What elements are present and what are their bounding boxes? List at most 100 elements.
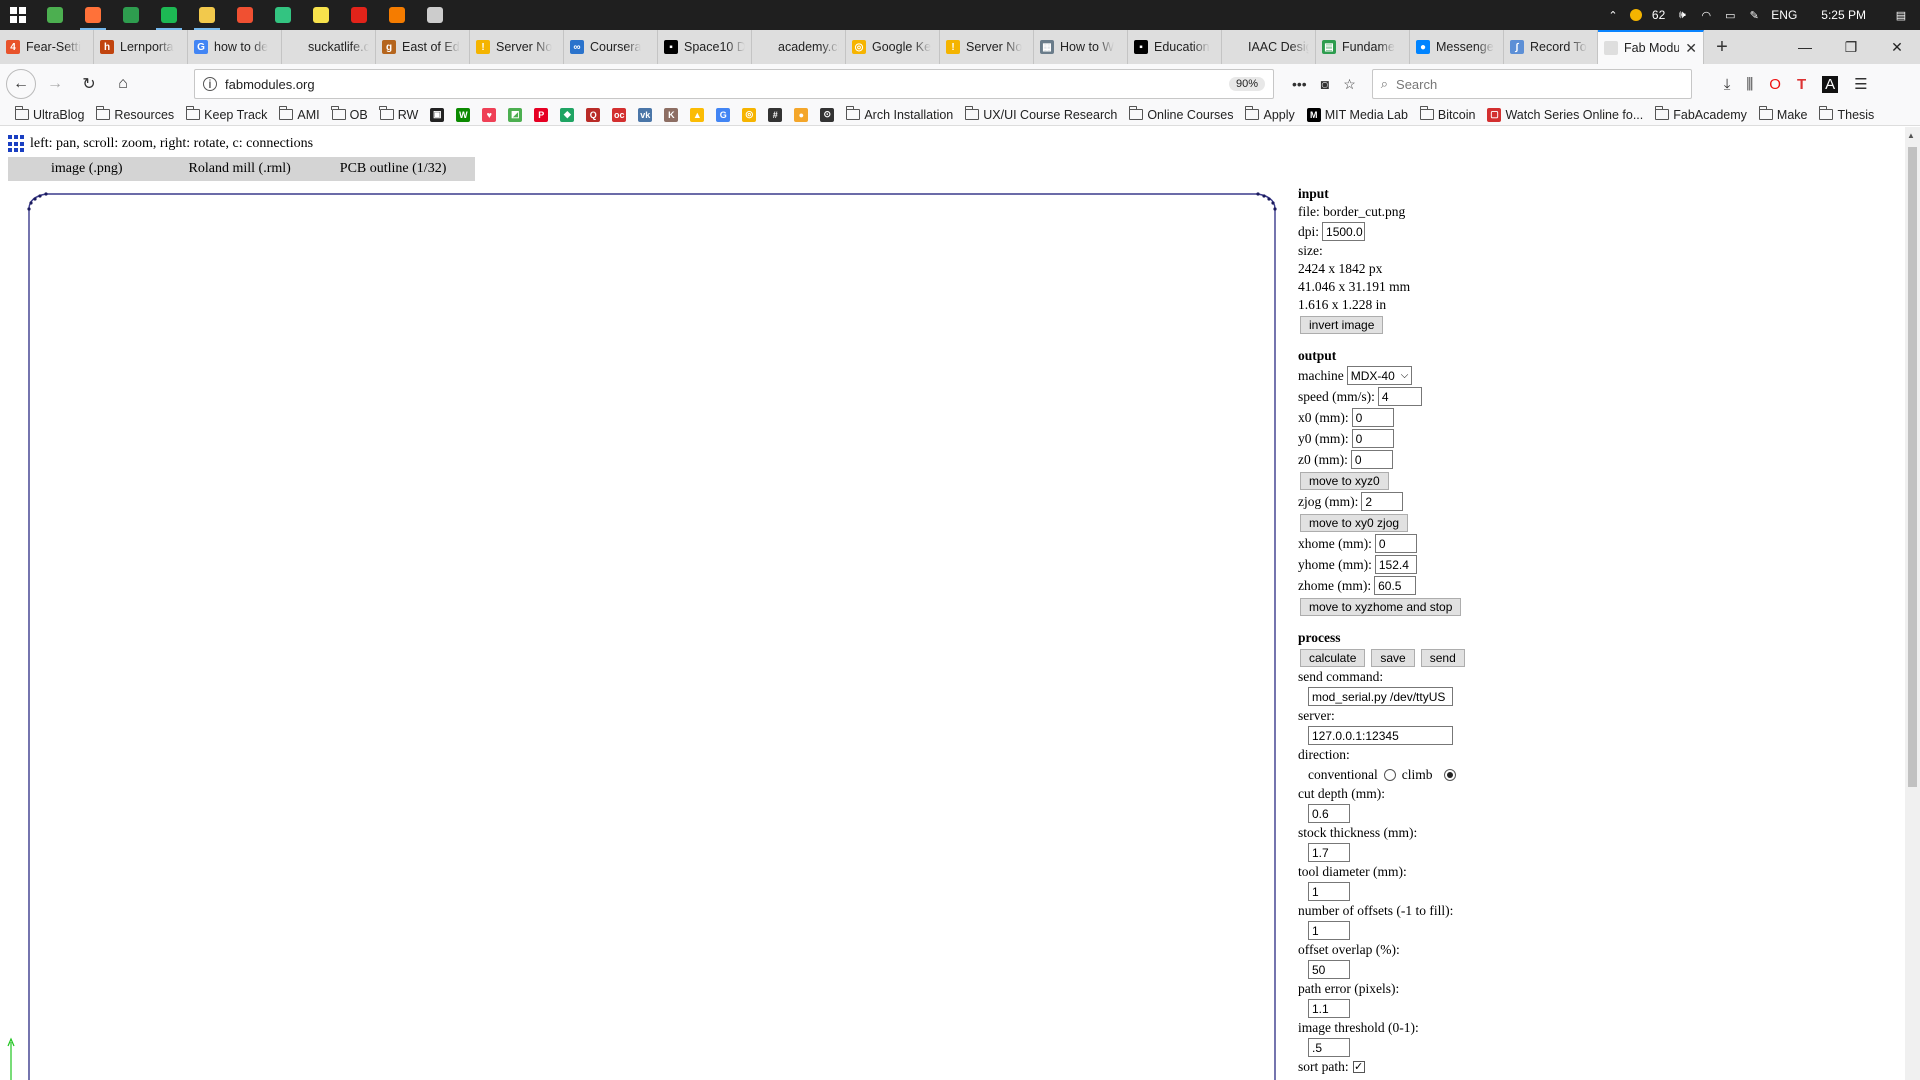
tab-pcb-outline[interactable]: PCB outline (1/32) [340,161,447,177]
file-explorer-app[interactable] [188,0,226,30]
language-indicator[interactable]: ENG [1771,8,1797,22]
bookmark-item[interactable]: ● [789,104,813,125]
browser-tab[interactable]: ▪ Space10 D [658,30,752,64]
notifications-icon[interactable]: ▤ [1894,8,1908,22]
mask-app[interactable] [416,0,454,30]
pen-icon[interactable]: ✎ [1747,8,1761,22]
tool-diameter-input[interactable]: 1 [1308,882,1350,901]
page-actions-icon[interactable]: ••• [1292,76,1307,93]
bookmark-item[interactable]: UX/UI Course Research [960,104,1122,125]
move-to-xyz0-button[interactable]: move to xyz0 [1300,471,1389,490]
sort-path-checkbox[interactable]: ✓ [1352,1061,1365,1073]
climb-radio[interactable] [1444,768,1457,781]
chat-app[interactable] [264,0,302,30]
bookmark-item[interactable]: ◎ [737,104,761,125]
tab-image-png[interactable]: image (.png) [51,161,123,177]
home-button[interactable]: ⌂ [108,69,138,99]
browser-tab[interactable]: ∫ Record To [1504,30,1598,64]
translate-icon[interactable]: T [1797,76,1806,93]
bookmark-item[interactable]: UltraBlog [10,104,89,125]
bookmark-item[interactable]: ▣ [425,104,449,125]
bookmark-item[interactable]: W [451,104,475,125]
download-icon[interactable]: ⤓ [1724,76,1731,93]
x0-input[interactable]: 0 [1351,408,1394,427]
acrobat-app[interactable] [340,0,378,30]
stock-thickness-input[interactable]: 1.7 [1308,843,1350,862]
letter-e-app[interactable] [378,0,416,30]
search-bar[interactable]: ⌕ Search [1371,69,1692,99]
grid-menu-icon[interactable] [8,135,26,153]
tab-active[interactable]: Fab Modu ✕ [1598,30,1704,64]
forward-button[interactable]: → [40,69,70,99]
scroll-up-icon[interactable]: ▲ [1907,131,1915,140]
save-button[interactable]: save [1371,648,1415,667]
back-button[interactable]: ← [6,69,36,99]
bookmark-item[interactable]: G [711,104,735,125]
bookmark-item[interactable]: AMI [274,104,324,125]
bookmark-item[interactable]: ▲ [685,104,709,125]
opera-icon[interactable]: O [1769,76,1781,93]
zoom-level[interactable]: 90% [1228,77,1265,91]
bookmark-item[interactable]: ⊙ [815,104,839,125]
library-icon[interactable]: ⫼ [1746,76,1753,93]
menu-icon[interactable]: ☰ [1854,75,1867,93]
browser-tab[interactable]: ▦ How to W [1034,30,1128,64]
browser-tab[interactable]: g East of Ed [376,30,470,64]
toolpath-canvas[interactable] [0,187,1290,1080]
bookmark-item[interactable]: Arch Installation [841,104,958,125]
browser-tab[interactable]: ! Server No [940,30,1034,64]
letter-a-icon[interactable]: A [1822,75,1839,93]
bookmark-item[interactable]: Keep Track [181,104,272,125]
page-scrollbar[interactable]: ▲ [1905,127,1920,1080]
bookmark-item[interactable]: oc [607,104,631,125]
weather-icon[interactable] [1629,9,1642,21]
conventional-radio[interactable] [1383,768,1396,781]
browser-tab[interactable]: ● Messenge [1410,30,1504,64]
z0-input[interactable]: 0 [1350,450,1393,469]
windows-start-button[interactable] [0,0,36,30]
info-icon[interactable]: i [203,77,217,91]
bookmark-item[interactable]: Make [1754,104,1813,125]
bookmark-item[interactable]: vk [633,104,657,125]
bookmark-item[interactable]: Bitcoin [1415,104,1481,125]
bookmark-item[interactable]: Apply [1240,104,1299,125]
browser-tab[interactable]: Ghow to de [188,30,282,64]
bookmark-item[interactable]: Thesis [1814,104,1879,125]
move-to-xyzhome-button[interactable]: move to xyzhome and stop [1300,597,1462,616]
bookmark-item[interactable]: # [763,104,787,125]
reload-button[interactable]: ↻ [74,69,104,99]
cut-depth-input[interactable]: 0.6 [1308,804,1350,823]
browser-tab[interactable]: h Lernporta [94,30,188,64]
send-button[interactable]: send [1420,648,1465,667]
server-input[interactable]: 127.0.0.1:12345 [1308,726,1453,745]
new-tab-button[interactable]: + [1704,30,1740,64]
close-tab-icon[interactable]: ✕ [1685,40,1697,57]
spotify-app[interactable] [150,0,188,30]
xbox-app[interactable] [112,0,150,30]
browser-tab[interactable]: suckatlife.com [282,30,376,64]
bookmark-item[interactable]: Q [581,104,605,125]
chevron-up-icon[interactable]: ⌃ [1606,8,1620,22]
bookmark-star-icon[interactable]: ☆ [1343,76,1356,93]
pocket-icon[interactable]: ◙ [1321,76,1329,93]
zhome-input[interactable]: 60.5 [1374,576,1417,595]
firefox-app[interactable] [74,0,112,30]
bookmark-item[interactable]: M MIT Media Lab [1302,104,1413,125]
bookmark-item[interactable]: ♥ [477,104,501,125]
bookmark-item[interactable]: FabAcademy [1650,104,1752,125]
path-error-input[interactable]: 1.1 [1308,999,1350,1018]
browser-tab[interactable]: academy.cba. [752,30,846,64]
battery-icon[interactable]: ▭ [1723,8,1737,22]
git-app[interactable] [226,0,264,30]
image-threshold-input[interactable]: .5 [1308,1038,1350,1057]
bookmark-item[interactable]: ◆ [555,104,579,125]
dpi-input[interactable]: 1500.0 [1322,222,1366,241]
bookmark-item[interactable]: ◩ [503,104,527,125]
speed-input[interactable]: 4 [1377,387,1422,406]
move-to-xy0-zjog-button[interactable]: move to xy0 zjog [1300,513,1409,532]
tab-roland-mill-rml[interactable]: Roland mill (.rml) [189,161,291,177]
close-window-icon[interactable]: ✕ [1874,30,1920,64]
xhome-input[interactable]: 0 [1374,534,1417,553]
calculate-button[interactable]: calculate [1300,648,1366,667]
calculator-app[interactable] [36,0,74,30]
